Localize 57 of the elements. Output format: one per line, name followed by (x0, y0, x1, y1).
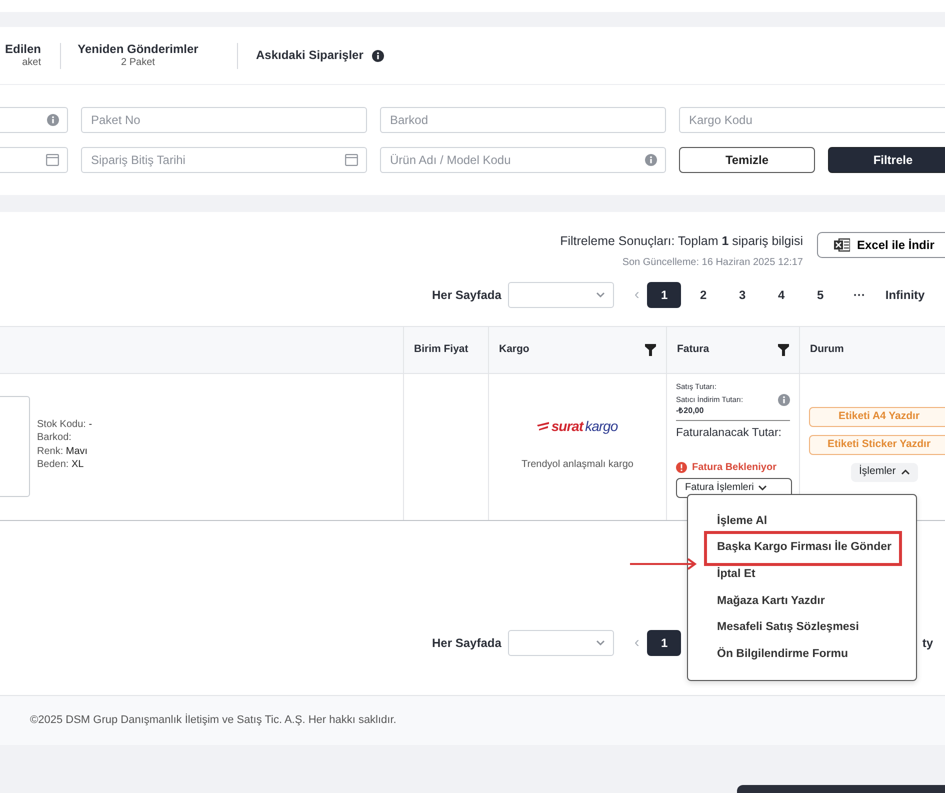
page-link[interactable]: ty (922, 634, 934, 652)
chevron-down-icon (596, 292, 606, 298)
column-header: Birim Fiyat (414, 342, 468, 357)
product-detail: Stok Kodu: - (37, 418, 92, 432)
results-summary: Filtreleme Sonuçları: Toplam 1 sipariş bilgisi (560, 233, 803, 250)
chevron-down-icon (758, 484, 767, 490)
info-icon (778, 394, 790, 406)
page-link[interactable]: 2 (686, 282, 720, 308)
product-detail: Barkod: (37, 431, 72, 445)
info-icon (47, 114, 59, 126)
column-header: Durum (810, 342, 844, 357)
last-updated: Son Güncelleme: 16 Haziran 2025 12:17 (621, 256, 803, 270)
swoosh-icon (537, 421, 550, 432)
page-link[interactable]: 3 (725, 282, 760, 308)
calendar-icon (46, 154, 59, 166)
page-link[interactable]: 4 (764, 282, 798, 308)
tab-title[interactable]: Yeniden Gönderimler (78, 42, 198, 57)
per-page-label: Her Sayfada (432, 286, 502, 304)
input-field[interactable]: Sipariş Bitiş Tarihi (81, 147, 367, 173)
menu-item[interactable]: Başka Kargo Firması İle Gönder (704, 530, 902, 566)
tab-count: aket (22, 56, 41, 70)
product-detail: Beden: XL (37, 458, 85, 472)
input-field[interactable]: Paket No (81, 107, 367, 133)
page-link[interactable]: 1 (647, 630, 682, 656)
input-field[interactable]: Ürün Adı / Model Kodu (380, 147, 666, 173)
chevron-up-icon (900, 469, 910, 476)
tab-count: 2 Paket (121, 56, 155, 70)
calendar-icon (345, 154, 358, 166)
page-link[interactable]: 5 (803, 282, 838, 308)
carrier-note: Trendyol anlaşmalı kargo (522, 458, 634, 472)
invoice-status: Fatura Bekleniyor (676, 460, 790, 474)
chevron-down-icon (596, 640, 606, 646)
menu-item[interactable]: Mağaza Kartı Yazdır (704, 588, 902, 615)
tab-title[interactable]: Askıdaki Siparişler (256, 48, 364, 63)
page-link[interactable]: Infinity (881, 282, 929, 308)
page-link[interactable]: 1 (647, 282, 682, 308)
invoice-label: Faturalanacak Tutar: (676, 426, 782, 442)
clear-button[interactable]: Temizle (679, 147, 815, 173)
menu-item[interactable]: Mesafeli Satış Sözleşmesi (704, 614, 902, 642)
input-field[interactable]: Kargo Kodu (679, 107, 945, 133)
carrier-logo: suratkargo (537, 416, 618, 437)
excel-download-button[interactable]: Excel ile İndir (817, 232, 945, 258)
actions-button[interactable]: İşlemler (851, 462, 918, 482)
menu-item[interactable]: Ön Bilgilendirme Formu (704, 641, 902, 668)
error-icon (676, 462, 687, 472)
invoice-amount: -₺20,00 (676, 405, 705, 418)
per-page-label: Her Sayfada (432, 634, 502, 652)
copyright-text: ©2025 DSM Grup Danışmanlık İletişim ve Satış Tic. A.Ş. Her hakkı saklıdır. (0, 695, 945, 745)
tab-title[interactable]: Edilen (4, 42, 41, 57)
info-icon (645, 154, 657, 166)
spreadsheet-icon (834, 238, 850, 252)
page-link[interactable]: ··· (842, 282, 876, 308)
product-detail: Renk: Mavı (37, 444, 89, 458)
column-header: Kargo (499, 342, 530, 357)
filter-button[interactable]: Filtrele (828, 147, 945, 173)
column-header: Fatura (677, 342, 710, 357)
input-field[interactable]: Barkod (380, 107, 666, 133)
